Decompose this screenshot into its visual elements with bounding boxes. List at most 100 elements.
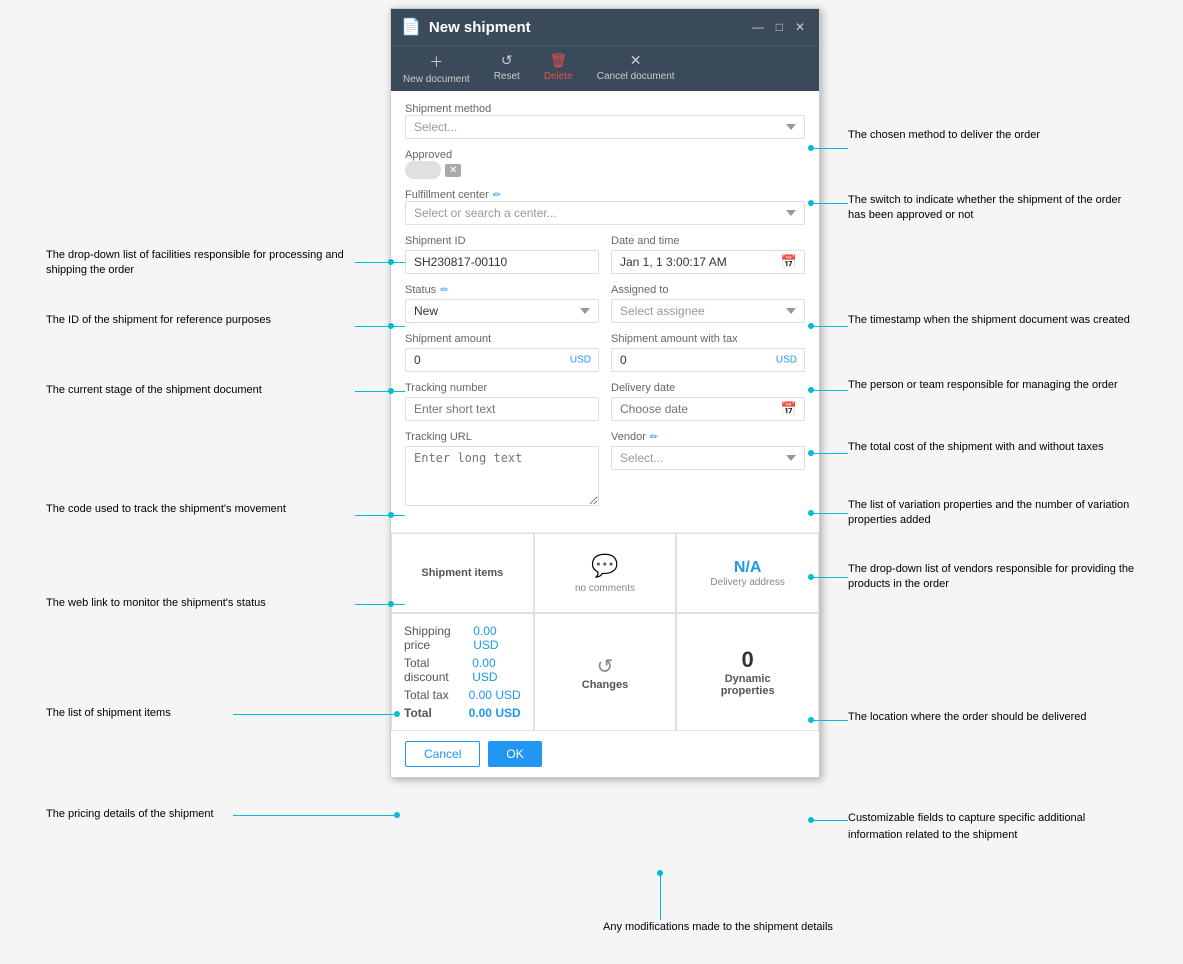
comments-panel[interactable]: 💬 no comments [534, 533, 677, 613]
assigned-to-label: Assigned to [611, 284, 805, 296]
annotation-dynamic: Customizable fields to capture specific … [848, 810, 1138, 843]
dynamic-properties-value: 0 [742, 647, 754, 673]
annotation-shipment-method: The chosen method to deliver the order [848, 128, 1040, 143]
assigned-to-select[interactable]: Select assignee [611, 299, 805, 323]
delivery-calendar-icon[interactable]: 📅 [781, 401, 797, 417]
toggle-track[interactable] [405, 161, 441, 179]
tracking-url-input[interactable] [405, 446, 599, 506]
delivery-address-panel[interactable]: N/A Delivery address [676, 533, 819, 613]
connector-status [355, 391, 405, 392]
changes-label: Changes [582, 679, 628, 691]
annotation-tracking-url: The web link to monitor the shipment's s… [46, 596, 346, 611]
cancel-button[interactable]: Cancel [405, 741, 480, 767]
cancel-document-button[interactable]: ✕ Cancel document [585, 46, 687, 91]
connector-dynamic [810, 820, 848, 821]
connector-v-changes [660, 873, 661, 920]
status-edit-icon[interactable]: ✏ [440, 285, 448, 296]
dynamic-properties-label: Dynamic properties [721, 673, 775, 697]
dot-status [388, 388, 394, 394]
dot-delivery-date [808, 510, 814, 516]
dot-changes [657, 870, 663, 876]
dot-shipment-items [394, 711, 400, 717]
amount-row: Shipment amount USD Shipment amount with… [405, 333, 805, 372]
no-comments-text: no comments [575, 583, 635, 594]
shipping-price-label: Shipping price [404, 624, 473, 652]
shipment-id-group: Shipment ID [405, 235, 599, 274]
shipment-items-panel[interactable]: Shipment items [391, 533, 534, 613]
delete-icon: 🗑 [549, 52, 567, 69]
maximize-button[interactable]: □ [772, 18, 787, 36]
annotation-approved: The switch to indicate whether the shipm… [848, 193, 1138, 224]
connector-tracking [355, 515, 405, 516]
date-time-input[interactable] [611, 250, 805, 274]
reset-button[interactable]: ↺ Reset [482, 46, 532, 91]
connector-pricing [233, 815, 399, 816]
annotation-fulfillment: The drop-down list of facilities respons… [46, 248, 346, 279]
dot-pricing [394, 812, 400, 818]
status-assigned-row: Status ✏ New Assigned to Select assignee [405, 284, 805, 323]
url-vendor-row: Tracking URL Vendor ✏ Select... [405, 431, 805, 506]
status-group: Status ✏ New [405, 284, 599, 323]
assigned-to-group: Assigned to Select assignee [611, 284, 805, 323]
tracking-number-label: Tracking number [405, 382, 599, 394]
shipment-items-label: Shipment items [413, 559, 511, 587]
delivery-date-input[interactable] [611, 397, 805, 421]
total-value: 0.00 USD [469, 706, 521, 720]
vendor-label: Vendor ✏ [611, 431, 805, 443]
annotation-assigned: The person or team responsible for manag… [848, 378, 1138, 393]
changes-panel[interactable]: ↺ Changes [534, 613, 677, 731]
title-bar-controls: — □ ✕ [748, 18, 809, 36]
delivery-address-label: Delivery address [710, 577, 784, 588]
toggle-x-button[interactable]: ✕ [445, 164, 461, 177]
connector-date-time [810, 326, 848, 327]
delete-button[interactable]: 🗑 Delete [532, 46, 585, 91]
ok-button[interactable]: OK [488, 741, 541, 767]
minimize-button[interactable]: — [748, 18, 768, 36]
shipment-amount-label: Shipment amount [405, 333, 599, 345]
connector-approved [810, 203, 848, 204]
new-document-button[interactable]: ＋ New document [391, 46, 482, 91]
pricing-panel: Shipping price 0.00 USD Total discount 0… [391, 613, 534, 731]
dot-fulfillment [388, 259, 394, 265]
vendor-select[interactable]: Select... [611, 446, 805, 470]
status-label: Status ✏ [405, 284, 599, 296]
fulfillment-edit-icon[interactable]: ✏ [493, 190, 501, 201]
approved-row: Approved ✕ [405, 149, 805, 179]
tracking-delivery-row: Tracking number Delivery date 📅 [405, 382, 805, 421]
fulfillment-select[interactable]: Select or search a center... [405, 201, 805, 225]
connector-shipment-id [355, 326, 405, 327]
total-tax-value: 0.00 USD [469, 688, 521, 702]
changes-icon: ↺ [597, 654, 614, 679]
new-document-label: New document [403, 74, 470, 85]
connector-fulfillment [355, 262, 405, 263]
toolbar: ＋ New document ↺ Reset 🗑 Delete ✕ Cancel… [391, 45, 819, 91]
reset-icon: ↺ [501, 52, 513, 69]
dot-vendor [808, 574, 814, 580]
annotation-shipment-id: The ID of the shipment for reference pur… [46, 313, 326, 328]
calendar-icon[interactable]: 📅 [781, 254, 797, 270]
delivery-address-value: N/A [734, 559, 762, 577]
dot-assigned [808, 387, 814, 393]
dynamic-properties-panel[interactable]: 0 Dynamic properties [676, 613, 819, 731]
annotation-delivery-date: The list of variation properties and the… [848, 498, 1138, 529]
tracking-number-input[interactable] [405, 397, 599, 421]
date-field-wrap: 📅 [611, 250, 805, 274]
total-discount-label: Total discount [404, 656, 472, 684]
annotation-date-time: The timestamp when the shipment document… [848, 313, 1138, 328]
total-label: Total [404, 706, 432, 720]
approved-toggle[interactable]: ✕ [405, 161, 461, 179]
connector-assigned [810, 390, 848, 391]
close-button[interactable]: ✕ [791, 18, 809, 36]
shipment-amount-tax-label: Shipment amount with tax [611, 333, 805, 345]
delete-label: Delete [544, 71, 573, 82]
cancel-document-label: Cancel document [597, 71, 675, 82]
total-tax-row: Total tax 0.00 USD [404, 686, 521, 704]
shipment-id-input[interactable] [405, 250, 599, 274]
status-select[interactable]: New [405, 299, 599, 323]
shipping-price-row: Shipping price 0.00 USD [404, 622, 521, 654]
tracking-url-group: Tracking URL [405, 431, 599, 506]
shipment-method-select[interactable]: Select... [405, 115, 805, 139]
vendor-edit-icon[interactable]: ✏ [650, 432, 658, 443]
comments-icon: 💬 [591, 553, 618, 579]
dot-tracking [388, 512, 394, 518]
